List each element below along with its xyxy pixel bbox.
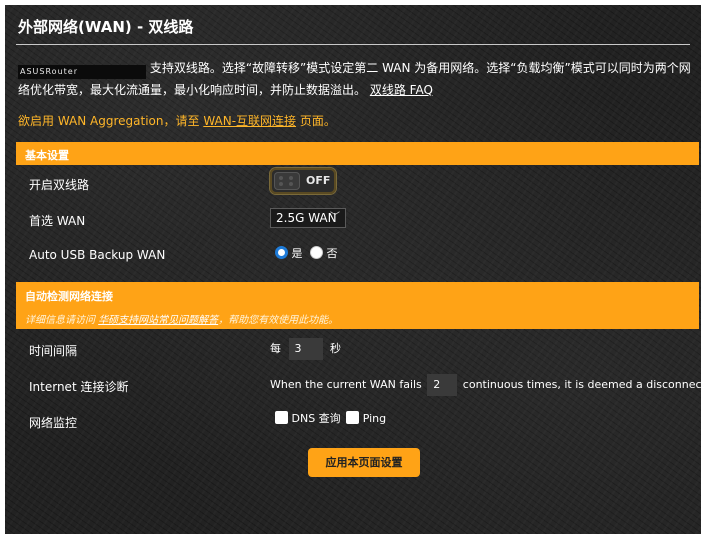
page-title: 外部网络(WAN) - 双线路 [18, 18, 194, 36]
fail-count-input[interactable]: 2 [427, 374, 458, 396]
primary-wan-label: 首选 WAN [29, 214, 86, 228]
interval-label: 时间间隔 [29, 344, 78, 358]
dual-wan-panel: 外部网络(WAN) - 双线路 ASUSRouter 支持双线路。选择“故障转移… [5, 5, 706, 534]
title-divider [16, 44, 690, 45]
interval-prefix: 每 [270, 342, 281, 355]
toggle-knob [274, 172, 300, 190]
usb-backup-yes-radio[interactable] [275, 246, 288, 259]
subtitle-suffix: ，帮助您有效使用此功能。 [218, 315, 339, 326]
dual-wan-faq-link[interactable]: 双线路 FAQ [370, 83, 433, 97]
diagnosis-row: When the current WAN fails 2 continuous … [270, 374, 706, 396]
enable-dual-wan-label: 开启双线路 [29, 178, 90, 192]
usb-backup-no-label: 否 [326, 247, 338, 260]
interval-unit: 秒 [330, 342, 341, 355]
chevron-down-icon: ﹀ [330, 212, 340, 223]
ping-checkbox[interactable] [346, 411, 360, 424]
usb-backup-wan-label: Auto USB Backup WAN [29, 248, 166, 262]
usb-backup-yes-label: 是 [291, 247, 303, 260]
auto-detect-header: 自动检测网络连接 详细信息请访问 华硕支持网站常见问题解答，帮助您有效使用此功能… [16, 282, 699, 329]
dns-query-label: DNS 查询 [291, 412, 341, 425]
network-monitor-options: DNS 查询 Ping [275, 410, 386, 426]
diagnosis-suffix: continuous times, it is deemed a disconn… [462, 378, 706, 391]
basic-settings-title: 基本设置 [25, 149, 69, 162]
auto-detect-subtitle: 详细信息请访问 华硕支持网站常见问题解答，帮助您有效使用此功能。 [25, 311, 338, 326]
toggle-state-label: OFF [306, 174, 331, 187]
primary-wan-select[interactable]: 2.5G WAN ﹀ [270, 208, 346, 228]
basic-settings-header: 基本设置 [16, 142, 699, 165]
interval-row: 每 3 秒 [270, 338, 341, 360]
asus-support-faq-link[interactable]: 华硕支持网站常见问题解答 [98, 315, 218, 326]
dns-query-checkbox[interactable] [275, 411, 288, 424]
usb-backup-no-radio[interactable] [310, 246, 323, 259]
enable-dual-wan-toggle[interactable]: OFF [270, 168, 336, 194]
notice-text: 欲启用 WAN Aggregation，请至 [18, 114, 200, 128]
apply-settings-button[interactable]: 应用本页面设置 [308, 448, 420, 477]
subtitle-prefix: 详细信息请访问 [25, 315, 95, 326]
router-name-field: ASUSRouter [18, 65, 146, 79]
wan-aggregation-notice: 欲启用 WAN Aggregation，请至 WAN-互联网连接 页面。 [18, 112, 336, 129]
diagnosis-prefix: When the current WAN fails [270, 378, 422, 391]
internet-diagnosis-label: Internet 连接诊断 [29, 380, 129, 394]
notice-suffix: 页面。 [299, 114, 336, 128]
interval-input[interactable]: 3 [288, 338, 323, 360]
primary-wan-value: 2.5G WAN [276, 211, 337, 225]
wan-internet-connection-link[interactable]: WAN-互联网连接 [203, 114, 296, 128]
ping-label: Ping [362, 412, 387, 425]
page-description: ASUSRouter 支持双线路。选择“故障转移”模式设定第二 WAN 为备用网… [18, 57, 694, 101]
auto-detect-title: 自动检测网络连接 [25, 290, 113, 303]
network-monitor-label: 网络监控 [29, 416, 78, 430]
usb-backup-radio-group: 是 否 [275, 245, 338, 261]
